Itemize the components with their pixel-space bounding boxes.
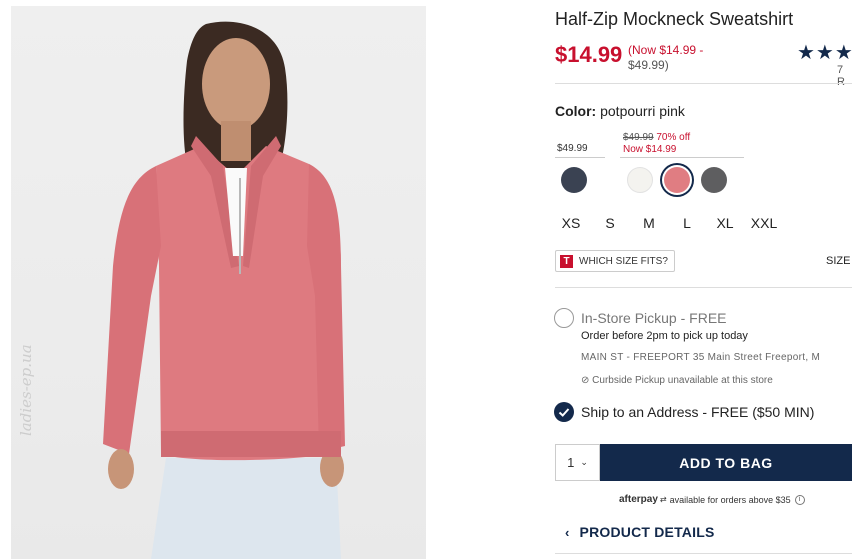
pickup-radio[interactable] bbox=[554, 308, 574, 328]
pickup-cutoff-note: Order before 2pm to pick up today bbox=[581, 330, 748, 342]
divider bbox=[555, 287, 852, 288]
price-range-max: $49.99) bbox=[628, 58, 669, 72]
size-selector: XS S M L XL XXL bbox=[555, 215, 787, 231]
quantity-select[interactable]: 1 ⌄ bbox=[555, 444, 600, 481]
review-count[interactable]: 7 R bbox=[837, 64, 852, 88]
product-title: Half-Zip Mockneck Sweatshirt bbox=[555, 9, 794, 29]
size-s[interactable]: S bbox=[587, 215, 633, 231]
size-xxl[interactable]: XXL bbox=[741, 215, 787, 231]
which-size-fits-button[interactable]: T WHICH SIZE FITS? bbox=[555, 250, 675, 272]
store-address[interactable]: MAIN ST - FREEPORT 35 Main Street Freepo… bbox=[581, 352, 820, 363]
afterpay-text: available for orders above $35 bbox=[669, 494, 791, 505]
chevron-left-icon: ‹ bbox=[565, 524, 570, 540]
curbside-label: Curbside Pickup unavailable at this stor… bbox=[592, 375, 773, 386]
swatch-gray[interactable] bbox=[701, 167, 727, 193]
curbside-status: ⊘ Curbside Pickup unavailable at this st… bbox=[581, 375, 773, 386]
color-label: Color: bbox=[555, 103, 597, 119]
sale-now-price: Now $14.99 bbox=[623, 144, 677, 155]
rating-stars[interactable]: ★★★ bbox=[797, 40, 852, 65]
swatch-potpourri-pink[interactable] bbox=[664, 167, 690, 193]
which-size-fits-label: WHICH SIZE FITS? bbox=[579, 255, 668, 267]
swatch-group-price: $49.99 bbox=[557, 143, 588, 154]
swatch-navy[interactable] bbox=[561, 167, 587, 193]
swatch-group-sale-price: $49.99 70% off Now $14.99 bbox=[623, 132, 690, 156]
original-price: $49.99 bbox=[623, 132, 654, 143]
afterpay-message: afterpay ⇄ available for orders above $3… bbox=[619, 494, 805, 505]
swatch-white[interactable] bbox=[627, 167, 653, 193]
quantity-value: 1 bbox=[567, 455, 575, 470]
ship-option-label[interactable]: Ship to an Address - FREE ($50 MIN) bbox=[581, 404, 814, 420]
divider bbox=[555, 553, 852, 554]
color-selection: Color: potpourri pink bbox=[555, 103, 685, 119]
true-fit-icon: T bbox=[560, 254, 573, 268]
discount-label: 70% off bbox=[656, 132, 691, 143]
size-l[interactable]: L bbox=[665, 215, 709, 231]
price-range: (Now $14.99 - $49.99) bbox=[628, 43, 728, 73]
model-illustration bbox=[103, 21, 345, 559]
color-value: potpourri pink bbox=[600, 103, 685, 119]
afterpay-logo: afterpay bbox=[619, 494, 658, 505]
divider bbox=[620, 157, 744, 158]
product-details-toggle[interactable]: ‹ PRODUCT DETAILS bbox=[565, 524, 715, 540]
product-image[interactable]: ladies-ep.ua bbox=[11, 6, 426, 559]
size-chart-link[interactable]: SIZE bbox=[826, 255, 850, 267]
unavailable-icon: ⊘ bbox=[581, 375, 590, 386]
price-range-label: (Now $14.99 - bbox=[628, 43, 704, 57]
size-m[interactable]: M bbox=[633, 215, 665, 231]
checkmark-icon bbox=[558, 408, 570, 417]
current-price: $14.99 bbox=[555, 42, 623, 67]
chevron-down-icon: ⌄ bbox=[580, 457, 588, 467]
divider bbox=[555, 83, 852, 84]
afterpay-arrow-icon: ⇄ bbox=[659, 495, 667, 504]
ship-radio-checked[interactable] bbox=[554, 402, 574, 422]
pickup-option-title[interactable]: In-Store Pickup - FREE bbox=[581, 310, 727, 326]
size-xs[interactable]: XS bbox=[555, 215, 587, 231]
size-xl[interactable]: XL bbox=[709, 215, 741, 231]
info-icon[interactable]: i bbox=[794, 494, 805, 505]
watermark: ladies-ep.ua bbox=[17, 344, 35, 436]
product-details-label: PRODUCT DETAILS bbox=[579, 524, 715, 540]
add-to-bag-button[interactable]: ADD TO BAG bbox=[600, 444, 852, 481]
divider bbox=[555, 157, 605, 158]
